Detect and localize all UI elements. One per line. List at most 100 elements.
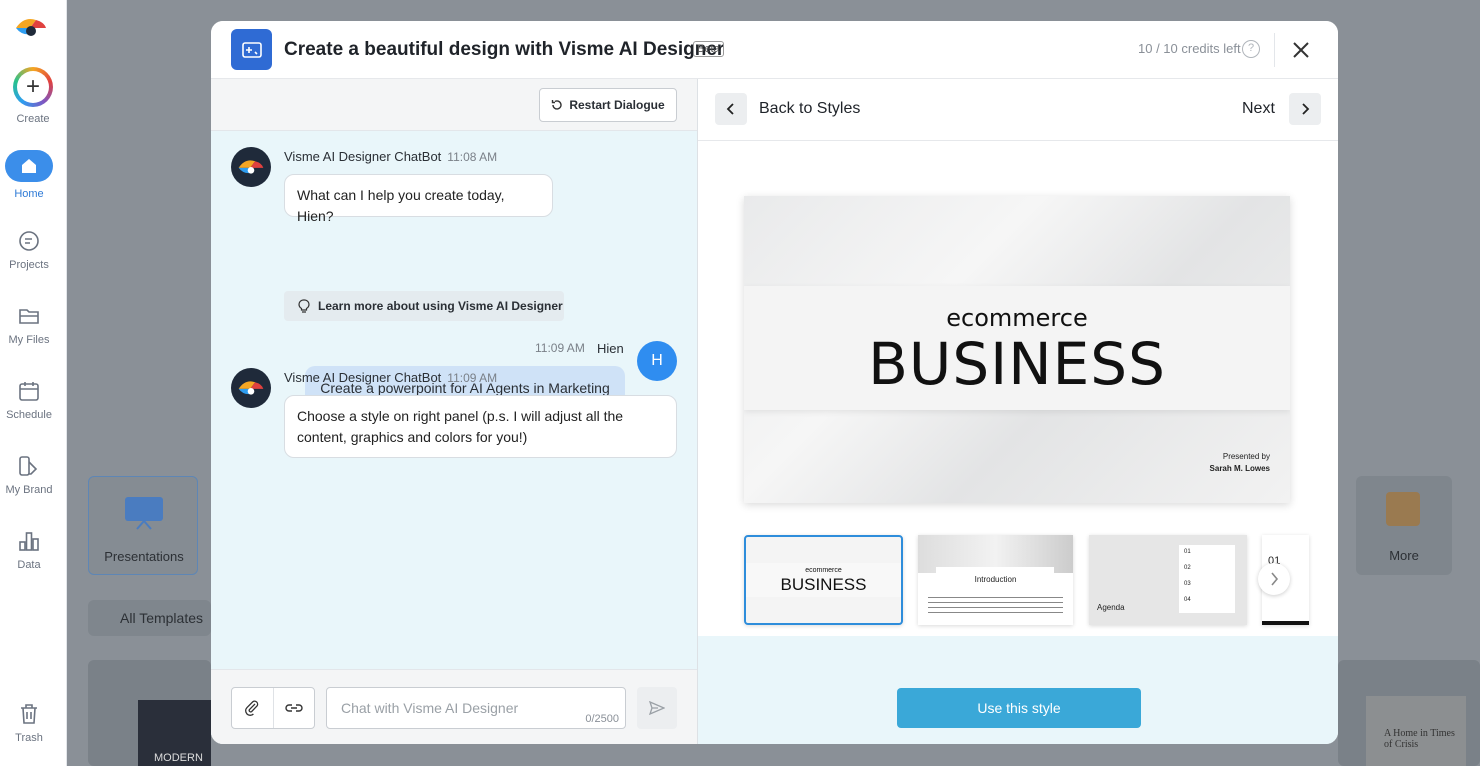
thumb-agenda-item: 03 — [1184, 581, 1191, 587]
slide-presenter: Presented by Sarah M. Lowes — [1210, 451, 1270, 475]
message-time: 11:09 AM — [535, 341, 585, 355]
message-time: 11:09 AM — [447, 371, 498, 385]
preview-toolbar: Back to Styles Next — [698, 79, 1338, 141]
thumb-agenda-item: 04 — [1184, 597, 1191, 603]
restart-dialogue-button[interactable]: Restart Dialogue — [539, 88, 677, 122]
all-templates-label: All Templates — [120, 610, 204, 626]
send-icon — [649, 701, 665, 715]
presenter-name: Sarah M. Lowes — [1209, 464, 1270, 473]
send-button[interactable] — [637, 687, 677, 729]
sidebar-item-label: Projects — [9, 259, 49, 271]
sidebar-item-home[interactable]: Home — [0, 150, 58, 200]
back-button[interactable] — [715, 93, 747, 125]
ai-designer-modal: Create a beautiful design with Visme AI … — [211, 21, 1338, 744]
slide-thumbnail[interactable]: 01 02 03 04 Agenda — [1089, 535, 1247, 625]
more-icon — [1386, 492, 1420, 526]
chat-input[interactable]: Chat with Visme AI Designer 0/2500 — [326, 687, 626, 729]
sidebar-item-my-brand[interactable]: My Brand — [0, 454, 58, 496]
sidebar-item-my-files[interactable]: My Files — [0, 304, 58, 346]
chat-input-placeholder: Chat with Visme AI Designer — [341, 700, 519, 716]
learn-more-link[interactable]: Learn more about using Visme AI Designer — [284, 291, 564, 321]
thumb-title: BUSINESS — [780, 575, 867, 594]
home-icon — [5, 150, 53, 182]
chevron-right-icon — [1302, 103, 1310, 115]
brand-icon — [19, 456, 38, 476]
back-to-styles-link[interactable]: Back to Styles — [759, 100, 860, 118]
projects-icon — [19, 231, 39, 251]
thumb-body-text — [928, 593, 1063, 613]
presented-by-label: Presented by — [1222, 452, 1270, 461]
slide-title: BUSINESS — [868, 330, 1166, 398]
chevron-left-icon — [726, 103, 734, 115]
sidebar-item-label: Data — [17, 559, 41, 571]
sidebar-item-label: My Brand — [5, 484, 53, 496]
learn-more-label: Learn more about using Visme AI Designer — [318, 299, 563, 313]
sidebar-item-label: Create — [16, 113, 50, 125]
preview-stage: ecommerce BUSINESS Presented by Sarah M.… — [698, 141, 1338, 636]
attachment-group — [231, 687, 315, 729]
data-chart-icon — [19, 532, 39, 551]
sender-name: Visme AI Designer ChatBot — [284, 370, 442, 385]
message-time: 11:08 AM — [447, 150, 498, 164]
sidebar-item-create[interactable]: + Create — [4, 67, 62, 125]
attach-file-button[interactable] — [232, 688, 273, 728]
use-this-style-button[interactable]: Use this style — [897, 688, 1141, 728]
more-label: More — [1389, 548, 1419, 563]
user-avatar: H — [637, 341, 677, 381]
link-icon — [285, 704, 303, 712]
header-divider — [1274, 33, 1275, 67]
user-name: Hien — [597, 341, 624, 356]
help-icon[interactable]: ? — [1242, 40, 1260, 58]
folder-icon — [19, 309, 39, 324]
chat-toolbar: Restart Dialogue — [211, 79, 697, 131]
visme-logo[interactable] — [14, 14, 48, 40]
slide-preview: ecommerce BUSINESS Presented by Sarah M.… — [744, 196, 1290, 503]
attach-link-button[interactable] — [272, 688, 314, 728]
app-sidebar: + Create Home Projects My Files Schedule… — [0, 0, 67, 766]
thumb-subtitle: ecommerce — [805, 567, 842, 574]
thumbnails-next-button[interactable] — [1258, 563, 1290, 595]
sidebar-item-label: Schedule — [6, 409, 52, 421]
template-card[interactable]: MODERN — [88, 660, 211, 766]
calendar-icon — [19, 382, 39, 401]
chatbot-message: Choose a style on right panel (p.s. I wi… — [284, 395, 677, 458]
more-category-card[interactable]: More — [1356, 476, 1452, 575]
thumb-agenda-item: 01 — [1184, 549, 1191, 555]
next-link[interactable]: Next — [1242, 100, 1275, 118]
credits-remaining: 10 / 10 credits left — [1138, 41, 1241, 56]
restart-dialogue-label: Restart Dialogue — [569, 98, 665, 112]
ai-designer-icon — [231, 29, 272, 70]
lightbulb-icon — [298, 299, 310, 313]
sidebar-item-label: My Files — [8, 334, 50, 346]
all-templates-tab[interactable]: All Templates — [88, 600, 211, 636]
message-sender: Visme AI Designer ChatBot 11:08 AM — [284, 149, 497, 164]
create-plus-icon: + — [13, 67, 53, 107]
thumb-title: Introduction — [974, 575, 1017, 584]
slide-subtitle: ecommerce — [946, 304, 1088, 332]
sidebar-item-projects[interactable]: Projects — [0, 229, 58, 271]
paperclip-icon — [245, 700, 259, 716]
restart-icon — [552, 100, 562, 110]
sidebar-item-data[interactable]: Data — [0, 529, 58, 571]
modal-header: Create a beautiful design with Visme AI … — [211, 21, 1338, 79]
sender-name: Visme AI Designer ChatBot — [284, 149, 442, 164]
slide-thumbnail-selected[interactable]: ecommerce BUSINESS — [744, 535, 903, 625]
chat-panel: Restart Dialogue Visme AI Designer ChatB… — [211, 79, 698, 744]
char-count: 0/2500 — [585, 713, 619, 725]
presentations-category-card[interactable]: Presentations — [88, 476, 198, 575]
sidebar-item-schedule[interactable]: Schedule — [0, 379, 58, 421]
sidebar-item-label: Home — [14, 188, 44, 200]
chatbot-avatar — [231, 147, 271, 187]
chatbot-logo-icon — [238, 381, 264, 395]
chatbot-logo-icon — [238, 160, 264, 174]
sidebar-item-trash[interactable]: Trash — [0, 702, 58, 744]
chatbot-message: What can I help you create today, Hien? — [284, 174, 553, 224]
next-button[interactable] — [1289, 93, 1321, 125]
thumb-title: Agenda — [1097, 603, 1125, 612]
thumb-footer-bar — [1262, 621, 1309, 625]
message-sender: Visme AI Designer ChatBot 11:09 AM — [284, 370, 497, 385]
close-icon[interactable] — [1289, 38, 1313, 62]
slide-thumbnail[interactable]: Introduction — [918, 535, 1073, 625]
template-card[interactable]: A Home in Times of Crisis — [1338, 660, 1480, 766]
sidebar-item-label: Trash — [15, 732, 43, 744]
